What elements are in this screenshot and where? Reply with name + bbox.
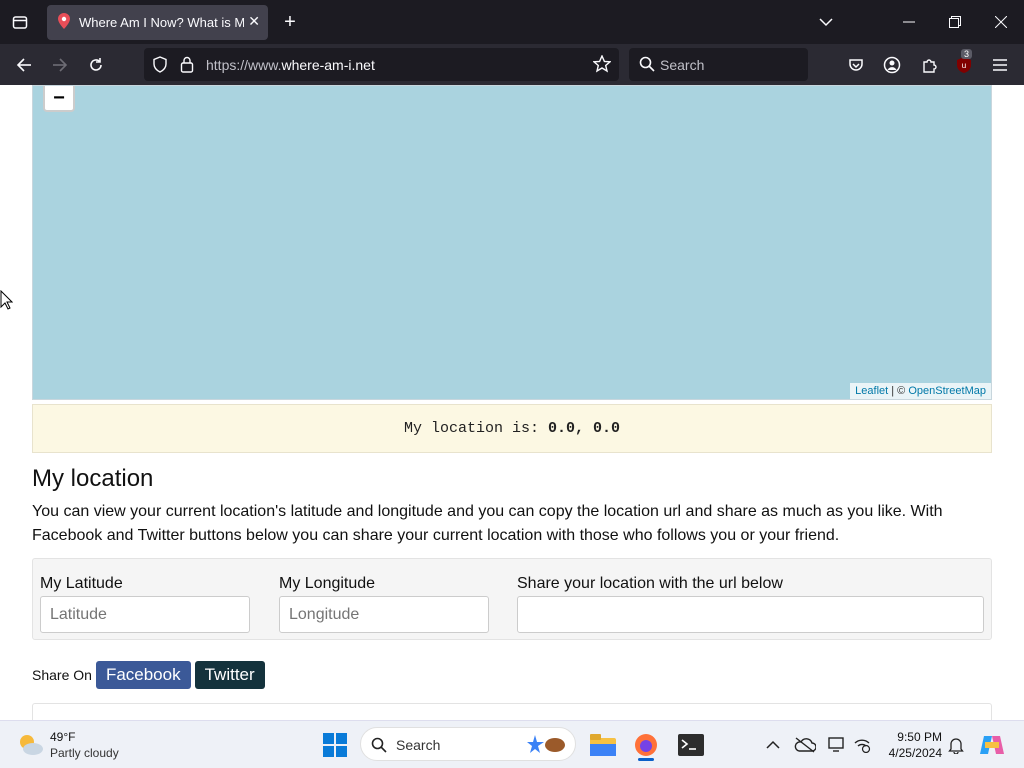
section-description: You can view your current location's lat… bbox=[32, 503, 943, 544]
openstreetmap-link[interactable]: OpenStreetMap bbox=[908, 385, 986, 397]
location-display: My location is: 0.0, 0.0 bbox=[32, 404, 992, 453]
bookmark-star-icon[interactable] bbox=[592, 54, 612, 78]
location-form: My Latitude My Longitude Share your loca… bbox=[32, 558, 992, 640]
new-tab-icon[interactable]: + bbox=[277, 8, 303, 36]
notifications-bell-icon[interactable] bbox=[942, 731, 970, 759]
display-icon[interactable] bbox=[823, 731, 851, 759]
extension-badge: 3 bbox=[961, 49, 973, 59]
weather-condition: Partly cloudy bbox=[50, 746, 119, 760]
clock[interactable]: 9:50 PM 4/25/2024 bbox=[880, 729, 942, 761]
file-explorer-icon[interactable] bbox=[589, 731, 617, 759]
search-bar[interactable]: Search bbox=[629, 48, 808, 81]
map[interactable]: − Leaflet | © OpenStreetMap bbox=[32, 85, 992, 400]
clock-date: 4/25/2024 bbox=[888, 746, 942, 760]
pocket-icon[interactable] bbox=[844, 54, 868, 76]
minimize-icon[interactable] bbox=[899, 12, 919, 32]
map-attribution: Leaflet | © OpenStreetMap bbox=[850, 383, 991, 399]
taskbar: 49°F Partly cloudy Search 9:50 PM 4/25/2… bbox=[0, 720, 1024, 768]
next-panel bbox=[32, 703, 992, 720]
reload-icon[interactable] bbox=[84, 54, 108, 76]
svg-text:u: u bbox=[962, 61, 966, 70]
map-pin-icon bbox=[57, 13, 71, 32]
network-no-internet-icon[interactable] bbox=[848, 731, 876, 759]
clock-time: 9:50 PM bbox=[897, 730, 942, 744]
section-heading: My location bbox=[32, 465, 154, 492]
twitter-share-button[interactable]: Twitter bbox=[194, 661, 265, 689]
app-menu-icon[interactable] bbox=[988, 54, 1012, 76]
taskbar-search-label: Search bbox=[396, 737, 441, 753]
mouse-cursor-icon bbox=[0, 289, 14, 315]
share-row: Share On Facebook Twitter bbox=[32, 661, 265, 689]
location-coordinates: 0.0, 0.0 bbox=[548, 420, 621, 437]
restore-icon[interactable] bbox=[945, 12, 965, 32]
partly-cloudy-icon bbox=[16, 732, 44, 763]
latitude-label: My Latitude bbox=[40, 575, 123, 592]
weather-temperature: 49°F bbox=[50, 730, 76, 744]
copilot-icon[interactable] bbox=[978, 731, 1006, 759]
onedrive-offline-icon[interactable] bbox=[791, 731, 819, 759]
start-icon[interactable] bbox=[321, 731, 349, 759]
taskbar-search-icon bbox=[371, 737, 387, 756]
ublock-origin-icon[interactable]: u 3 bbox=[952, 49, 976, 76]
browser-titlebar: Where Am I Now? What is My Location ✕ + bbox=[0, 0, 1024, 44]
longitude-label: My Longitude bbox=[279, 575, 376, 592]
facebook-share-button[interactable]: Facebook bbox=[95, 661, 191, 689]
navigation-toolbar: https://www.where-am-i.net Search u 3 bbox=[0, 44, 1024, 85]
close-window-icon[interactable] bbox=[991, 12, 1011, 32]
search-highlight-icon bbox=[527, 733, 567, 760]
account-icon[interactable] bbox=[880, 54, 904, 76]
leaflet-link[interactable]: Leaflet bbox=[855, 385, 888, 397]
search-placeholder: Search bbox=[660, 57, 705, 73]
share-url-input[interactable] bbox=[517, 596, 984, 633]
forward-icon[interactable] bbox=[48, 54, 72, 76]
share-label: Share On bbox=[32, 667, 92, 683]
tab-title: Where Am I Now? What is My Location bbox=[79, 15, 244, 30]
latitude-input[interactable] bbox=[40, 596, 250, 633]
tracking-protection-shield-icon[interactable] bbox=[152, 56, 168, 78]
zoom-out-button[interactable]: − bbox=[43, 86, 75, 112]
search-icon bbox=[639, 56, 655, 75]
taskbar-search[interactable]: Search bbox=[360, 727, 576, 761]
page-content: − Leaflet | © OpenStreetMap My location … bbox=[0, 85, 1024, 720]
extensions-icon[interactable] bbox=[917, 54, 941, 76]
url-text[interactable]: https://www.where-am-i.net bbox=[206, 57, 375, 73]
lock-icon[interactable] bbox=[180, 56, 194, 78]
list-all-tabs-icon[interactable] bbox=[816, 12, 836, 32]
tab-where-am-i[interactable]: Where Am I Now? What is My Location ✕ bbox=[47, 5, 268, 40]
close-tab-icon[interactable]: ✕ bbox=[248, 13, 260, 30]
back-icon[interactable] bbox=[12, 54, 36, 76]
share-url-label: Share your location with the url below bbox=[517, 575, 783, 592]
firefox-taskbar-icon[interactable] bbox=[632, 731, 660, 761]
terminal-icon[interactable] bbox=[677, 731, 705, 759]
show-hidden-icons-chevron-icon[interactable] bbox=[759, 731, 787, 759]
longitude-input[interactable] bbox=[279, 596, 489, 633]
tab-list-icon[interactable] bbox=[7, 8, 33, 36]
address-bar[interactable]: https://www.where-am-i.net bbox=[144, 48, 619, 81]
